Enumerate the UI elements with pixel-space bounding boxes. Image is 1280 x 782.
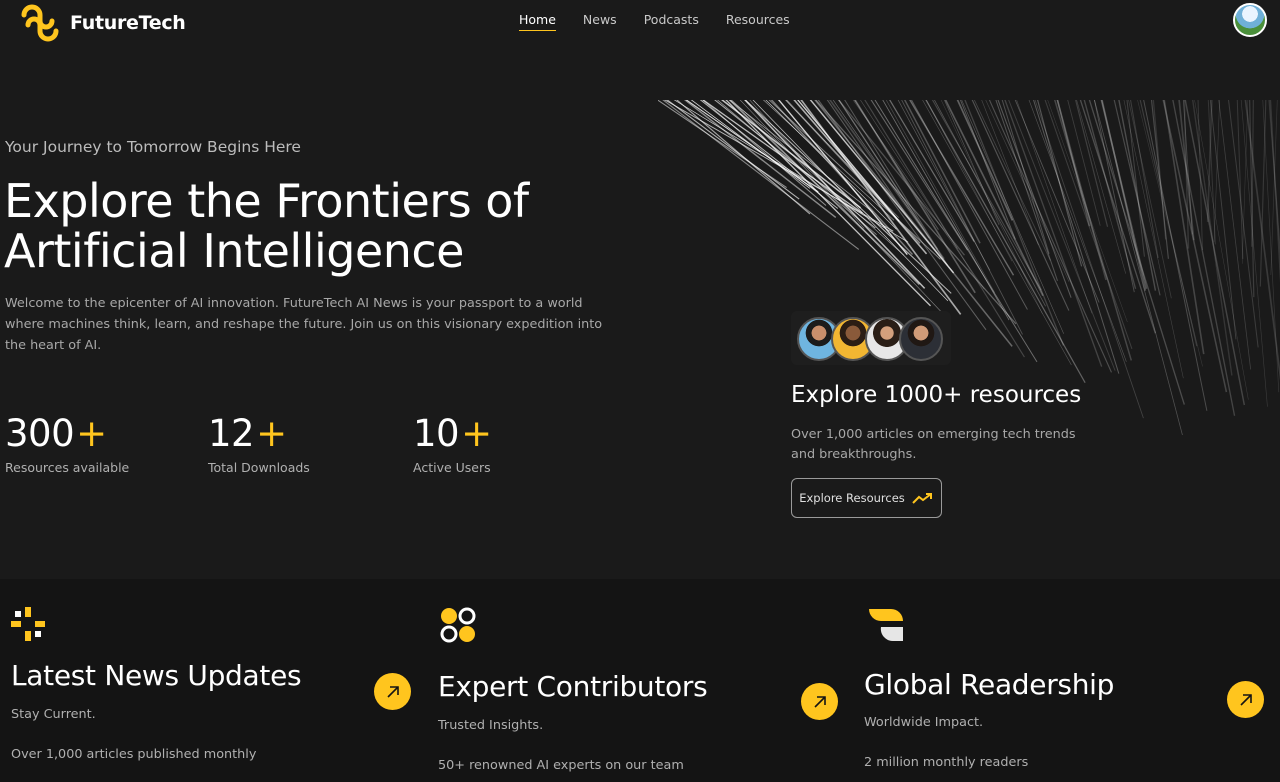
feature-title: Latest News Updates [11, 659, 302, 692]
nav-news[interactable]: News [583, 12, 617, 31]
ray-line [1008, 100, 1116, 371]
stat-label: Active Users [413, 460, 491, 475]
ray-line [985, 100, 1070, 282]
hero-title: Explore the Frontiers of Artificial Inte… [4, 176, 604, 276]
stat-value: 12 [208, 412, 255, 455]
nav-links: Home News Podcasts Resources [519, 12, 790, 31]
feature-detail: 50+ renowned AI experts on our team [438, 758, 684, 773]
ray-line [1014, 100, 1100, 303]
stat-plus: + [256, 412, 287, 455]
avatar [899, 317, 943, 361]
ray-line [1240, 100, 1268, 407]
ray-line [1075, 100, 1109, 227]
feature-arrow-button[interactable] [1227, 681, 1264, 718]
ray-line [814, 100, 1013, 347]
circles-icon [440, 607, 476, 643]
ray-line [1128, 100, 1172, 299]
leaf-icon [869, 609, 903, 642]
stat-downloads: 12+ Total Downloads [208, 412, 310, 475]
features-section: Latest News Updates Stay Current. Over 1… [0, 579, 1280, 782]
explore-description: Over 1,000 articles on emerging tech tre… [791, 427, 1076, 462]
feature-subtitle: Trusted Insights. [438, 718, 544, 733]
ray-line [1213, 100, 1220, 243]
feature-subtitle: Worldwide Impact. [864, 715, 984, 730]
feature-card-news: Latest News Updates Stay Current. Over 1… [0, 579, 427, 782]
arrow-up-right-icon [1239, 693, 1252, 706]
ray-line [829, 100, 945, 260]
sparkle-icon [11, 607, 45, 641]
ray-line [1088, 100, 1185, 405]
ray-line [926, 100, 1013, 262]
feature-title: Expert Contributors [438, 670, 708, 703]
ray-line [1004, 100, 1103, 367]
logo-text: FutureTech [70, 12, 186, 34]
ray-line [800, 100, 962, 315]
ray-line [744, 100, 926, 289]
hero-title-line1: Explore the Frontiers of [4, 174, 529, 228]
top-nav: FutureTech Home News Podcasts Resources [0, 0, 1280, 44]
stat-users: 10+ Active Users [413, 412, 492, 475]
hero-title-line2: Artificial Intelligence [4, 224, 464, 278]
hero-tagline: Your Journey to Tomorrow Begins Here [5, 138, 301, 156]
feature-detail: Over 1,000 articles published monthly [11, 747, 257, 762]
ray-line [964, 100, 1065, 346]
ray-line [1172, 100, 1236, 416]
arrow-up-right-icon [813, 695, 826, 708]
feature-arrow-button[interactable] [801, 683, 838, 720]
arrow-up-right-icon [386, 685, 399, 698]
nav-podcasts[interactable]: Podcasts [644, 12, 699, 31]
ray-line [1218, 100, 1252, 370]
nav-home[interactable]: Home [519, 12, 556, 31]
stat-label: Total Downloads [208, 460, 310, 475]
feature-arrow-button[interactable] [374, 673, 411, 710]
user-avatar[interactable] [1233, 3, 1267, 37]
trend-up-icon [912, 493, 932, 504]
stat-plus: + [76, 412, 107, 455]
explore-resources-button[interactable]: Explore Resources [791, 478, 942, 518]
ray-line [995, 100, 1058, 282]
stat-value: 300 [5, 412, 75, 455]
ray-line [1194, 100, 1249, 400]
ray-line [853, 100, 939, 230]
feature-card-experts: Expert Contributors Trusted Insights. 50… [427, 579, 854, 782]
logo-icon [21, 4, 59, 42]
stat-plus: + [461, 412, 492, 455]
stat-resources: 300+ Resources available [5, 412, 129, 475]
feature-card-readership: Global Readership Worldwide Impact. 2 mi… [854, 579, 1280, 782]
feature-title: Global Readership [864, 668, 1115, 701]
logo[interactable]: FutureTech [18, 1, 186, 45]
feature-subtitle: Stay Current. [11, 707, 96, 722]
ray-line [744, 100, 952, 294]
stat-value: 10 [413, 412, 460, 455]
stat-label: Resources available [5, 460, 130, 475]
hero-description: Welcome to the epicenter of AI innovatio… [5, 296, 603, 353]
contributor-avatars [791, 311, 951, 365]
ray-line [702, 100, 827, 206]
feature-detail: 2 million monthly readers [864, 755, 1029, 770]
explore-button-label: Explore Resources [799, 491, 905, 505]
nav-resources[interactable]: Resources [726, 12, 790, 31]
explore-title: Explore 1000+ resources [791, 382, 1082, 408]
ray-line [1244, 100, 1280, 381]
